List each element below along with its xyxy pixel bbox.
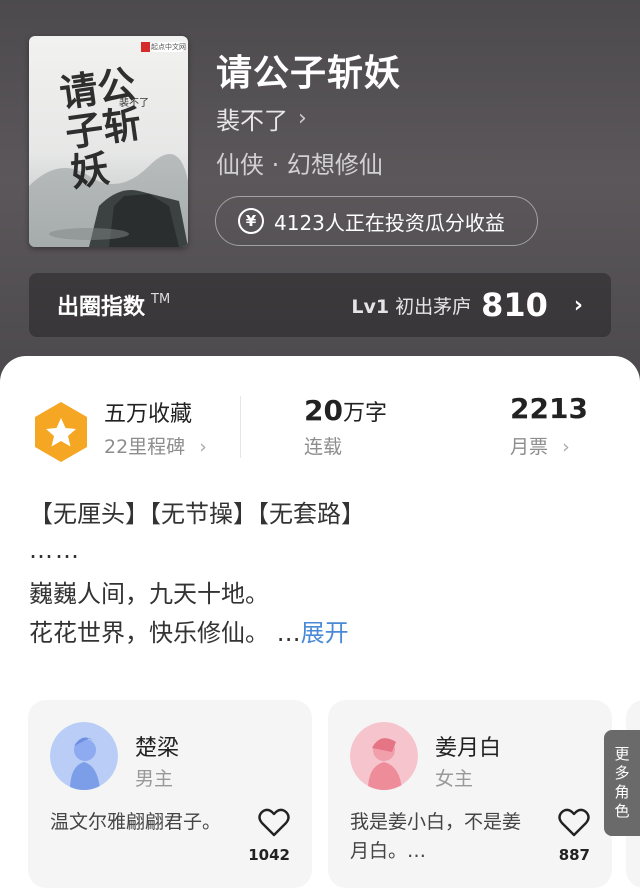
cover-author-art: 裴不了 [119, 98, 149, 109]
word-count-number: 20 [304, 394, 343, 427]
chevron-right-icon: › [562, 436, 570, 458]
character-card[interactable]: 楚梁 男主 温文尔雅翩翩君子。 1042 [28, 700, 312, 888]
avatar [350, 722, 418, 790]
index-level: Lv1 初出茅庐 [351, 292, 471, 319]
chevron-right-icon: › [298, 106, 307, 131]
book-cover[interactable]: 起点中文网 请公子斩妖 裴不了 [29, 36, 188, 247]
description-ellipsis: …… [29, 536, 81, 564]
tickets-label: 月票 [510, 436, 549, 458]
trademark-mark: TM [151, 291, 171, 307]
expand-button[interactable]: 展开 [301, 619, 349, 647]
tickets-number: 2213 [510, 392, 588, 425]
character-role: 男主 [135, 768, 174, 790]
more-roles-char: 角 [614, 783, 630, 801]
collection-count: 五万收藏 [104, 402, 193, 427]
description-line-2: 花花世界，快乐修仙。 …展开 [29, 619, 349, 648]
word-count-unit: 万字 [342, 401, 387, 426]
heart-icon[interactable] [258, 808, 290, 838]
character-role: 女主 [435, 768, 474, 790]
heart-icon[interactable] [558, 808, 590, 838]
yen-icon: ¥ [238, 208, 264, 234]
index-score: 810 [481, 286, 548, 324]
author-link[interactable]: 裴不了 › [216, 101, 307, 136]
word-count: 20万字 [304, 394, 387, 427]
index-label: 出圈指数 [57, 295, 146, 320]
invest-label: 4123人正在投资瓜分收益 [274, 210, 505, 235]
description-line-1: 巍巍人间，九天十地。 [29, 580, 269, 608]
more-roles-char: 多 [614, 764, 630, 782]
more-roles-char: 更 [614, 745, 630, 763]
popularity-index-bar[interactable]: 出圈指数 TM Lv1 初出茅庐 810 › [29, 273, 611, 337]
description-tags: 【无厘头】【无节操】【无套路】 [29, 500, 365, 528]
milestone-label: 22里程碑 [104, 436, 186, 458]
stats-row: 五万收藏 22里程碑 › 20万字 连载 2213 月票 › [0, 388, 640, 468]
character-description: 温文尔雅翩翩君子。 [50, 811, 222, 833]
book-title: 请公子斩妖 [216, 53, 402, 94]
genre-text: 仙侠 · 幻想修仙 [216, 151, 383, 179]
chevron-right-icon: › [199, 436, 207, 458]
cover-publisher: 起点中文网 [151, 43, 186, 51]
like-count: 1042 [248, 846, 290, 864]
character-name: 楚梁 [135, 736, 180, 761]
star-badge-icon [35, 402, 87, 462]
monthly-tickets-count: 2213 [510, 392, 588, 425]
serial-status: 连载 [304, 436, 343, 458]
level-name: 初出茅庐 [395, 295, 472, 318]
more-roles-button[interactable]: 更 多 角 色 [604, 730, 640, 836]
stats-divider [240, 396, 241, 458]
cover-title-art: 请公子斩妖 [56, 60, 144, 196]
monthly-tickets-link[interactable]: 月票 › [510, 432, 570, 459]
chevron-right-icon: › [573, 292, 583, 318]
author-name: 裴不了 [216, 107, 288, 135]
avatar [50, 722, 118, 790]
character-name: 姜月白 [435, 736, 502, 761]
character-description: 我是姜小白，不是姜月白。… [350, 811, 522, 863]
like-count: 887 [558, 846, 590, 864]
character-card[interactable]: 姜月白 女主 我是姜小白，不是姜月白。… 887 [328, 700, 612, 888]
milestone-link[interactable]: 22里程碑 › [104, 432, 207, 459]
level-prefix: Lv1 [351, 295, 390, 318]
more-roles-char: 色 [614, 802, 630, 820]
invest-button[interactable]: ¥ 4123人正在投资瓜分收益 [215, 196, 538, 246]
description-line-2-text: 花花世界，快乐修仙。 … [29, 619, 301, 647]
